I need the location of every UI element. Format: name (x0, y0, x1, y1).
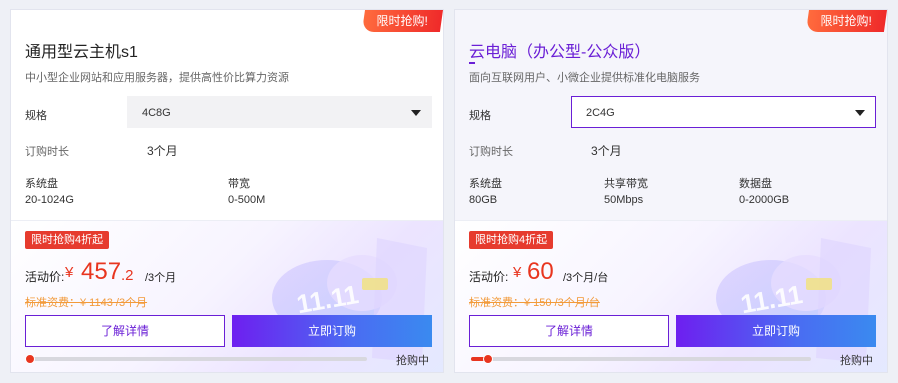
spec-shared-bandwidth: 共享带宽 50Mbps (604, 176, 648, 208)
price-label: 活动价: (25, 270, 65, 284)
spec-select[interactable]: 2C4G (571, 96, 876, 128)
period-label: 订购时长 (25, 146, 69, 158)
order-now-button[interactable]: 立即订购 (232, 315, 432, 347)
flame-icon (483, 354, 493, 364)
spec-select[interactable]: 4C8G (127, 96, 432, 128)
spec-select-value: 2C4G (586, 107, 615, 119)
spec-system-disk: 系统盘 20-1024G (25, 176, 74, 208)
spec-value: 0-2000GB (739, 194, 790, 206)
learn-more-button[interactable]: 了解详情 (25, 315, 225, 347)
spec-system-disk: 系统盘 80GB (469, 176, 502, 208)
price-currency: ¥ (513, 264, 522, 281)
original-price: 标准资费：¥ 150 /3个月/台 (469, 297, 600, 309)
sale-status: 抢购中 (396, 355, 429, 367)
period-value: 3个月 (591, 144, 622, 158)
chevron-down-icon (411, 110, 421, 116)
spec-label: 规格 (469, 110, 491, 122)
product-title: 云电脑（办公型-公众版） (469, 44, 651, 61)
price-integer: 457 (81, 258, 122, 285)
product-description: 中小型企业网站和应用服务器，提供高性价比算力资源 (25, 72, 289, 84)
price-unit: /3个月 (145, 272, 177, 284)
original-price: 标准资费：¥ 1143 /3个月 (25, 297, 148, 309)
price-currency: ¥ (65, 264, 74, 281)
period-label: 订购时长 (469, 146, 513, 158)
price-label: 活动价: (469, 270, 509, 284)
product-cards: 限时抢购! 通用型云主机s1 中小型企业网站和应用服务器，提供高性价比算力资源 … (0, 0, 898, 383)
sale-status: 抢购中 (840, 355, 873, 367)
spec-name: 系统盘 (469, 178, 502, 190)
price-decimal: .2 (121, 267, 134, 284)
learn-more-button[interactable]: 了解详情 (469, 315, 669, 347)
spec-name: 带宽 (228, 178, 250, 190)
spec-value: 20-1024G (25, 194, 74, 206)
sale-progress-bar (27, 357, 367, 361)
flash-sale-ribbon: 限时抢购! (361, 10, 443, 32)
price-unit: /3个月/台 (563, 272, 609, 284)
sale-progress-bar (471, 357, 811, 361)
product-card-s1: 限时抢购! 通用型云主机s1 中小型企业网站和应用服务器，提供高性价比算力资源 … (10, 9, 444, 373)
title-underline (469, 62, 475, 64)
discount-badge: 限时抢购4折起 (25, 231, 110, 249)
flame-icon (25, 354, 35, 364)
spec-name: 系统盘 (25, 178, 58, 190)
spec-value: 80GB (469, 194, 498, 206)
spec-name: 共享带宽 (604, 178, 648, 190)
product-card-cloud-pc: 限时抢购! 云电脑（办公型-公众版） 面向互联网用户、小微企业提供标准化电脑服务… (454, 9, 888, 373)
spec-select-value: 4C8G (142, 107, 171, 119)
double-eleven-illustration: 11.11 (272, 238, 427, 363)
price-integer: 60 (527, 258, 554, 285)
spec-label: 规格 (25, 110, 47, 122)
flash-sale-ribbon: 限时抢购! (805, 10, 887, 32)
product-title: 通用型云主机s1 (25, 44, 138, 61)
order-now-button[interactable]: 立即订购 (676, 315, 876, 347)
spec-bandwidth: 带宽 0-500M (228, 176, 265, 208)
double-eleven-illustration: 11.11 (716, 238, 871, 363)
spec-value: 0-500M (228, 194, 266, 206)
chevron-down-icon (855, 110, 865, 116)
spec-data-disk: 数据盘 0-2000GB (739, 176, 789, 208)
spec-name: 数据盘 (739, 178, 772, 190)
discount-badge: 限时抢购4折起 (469, 231, 554, 249)
spec-value: 50Mbps (604, 194, 644, 206)
period-value: 3个月 (147, 144, 178, 158)
product-description: 面向互联网用户、小微企业提供标准化电脑服务 (469, 72, 700, 84)
